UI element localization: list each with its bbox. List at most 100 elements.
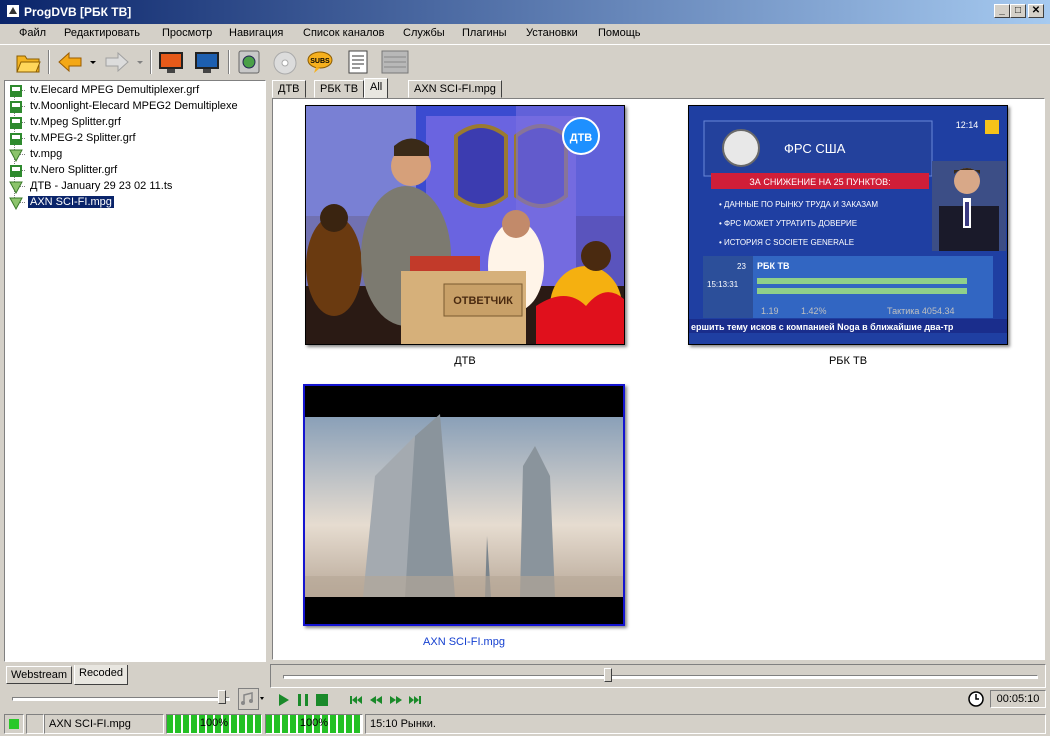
rbk-headline: ФРС США (784, 141, 846, 156)
thumbnail-grid: ОТВЕТЧИК ДТВ ДТВ ФРС США ЗА СНИЖЕНИЕ НА … (272, 98, 1045, 660)
rbk-osd-channel: РБК ТВ (757, 261, 790, 271)
app-icon (7, 5, 19, 17)
seek-track[interactable] (283, 675, 1038, 679)
open-folder-icon[interactable] (14, 48, 42, 76)
epg-window-icon[interactable] (380, 48, 410, 76)
media-file-icon (9, 149, 23, 162)
disc-icon[interactable] (271, 48, 299, 76)
video-frame (305, 386, 623, 624)
channel-thumbnail-rbk[interactable]: ФРС США ЗА СНИЖЕНИЕ НА 25 ПУНКТОВ: • ДАН… (688, 105, 1008, 345)
tab-all[interactable]: All (364, 78, 389, 99)
channel-tabs: ДТВ РБК ТВ All AXN SCI-FI.mpg (270, 78, 1046, 99)
tree-item-label: tv.mpg (30, 148, 63, 160)
video-frame: ОТВЕТЧИК ДТВ (306, 106, 624, 344)
tree-item-label: ДТВ - January 29 23 02 11.ts (30, 180, 173, 192)
tab-dtv[interactable]: ДТВ (272, 80, 306, 98)
tree-item[interactable]: tv.Elecard MPEG Demultiplexer.grf (10, 83, 201, 99)
skip-back-icon[interactable] (349, 693, 363, 707)
menu-view[interactable]: Просмотр (162, 27, 212, 39)
graph-file-icon (10, 133, 22, 145)
volume-handle[interactable] (218, 690, 226, 704)
pause-icon[interactable] (296, 693, 310, 707)
rewind-icon[interactable] (369, 693, 383, 707)
channel-thumbnail-dtv[interactable]: ОТВЕТЧИК ДТВ (305, 105, 625, 345)
tab-webstream[interactable]: Webstream (6, 666, 73, 684)
disk-search-icon[interactable] (236, 48, 264, 76)
monitor-blue-icon[interactable] (193, 48, 221, 76)
audio-track-icon[interactable] (238, 688, 266, 710)
signal-quality-text: 100% (299, 717, 329, 729)
chevron-down-icon[interactable] (134, 48, 146, 76)
back-arrow-icon[interactable] (56, 48, 84, 76)
svg-text:• ДАННЫЕ ПО РЫНКУ ТРУДА И ЗАКА: • ДАННЫЕ ПО РЫНКУ ТРУДА И ЗАКАЗАМ (719, 200, 878, 209)
signal-quality-bar: 100% (265, 714, 363, 734)
notes-icon[interactable] (344, 48, 372, 76)
menu-file[interactable]: Файл (19, 27, 46, 39)
graph-file-icon (10, 165, 22, 177)
forward-arrow-icon[interactable] (103, 48, 131, 76)
menu-help[interactable]: Помощь (598, 27, 641, 39)
tab-recoded[interactable]: Recoded (74, 665, 129, 685)
rbk-bullet: ФРС МОЖЕТ УТРАТИТЬ ДОВЕРИЕ (724, 219, 857, 228)
seek-handle[interactable] (603, 668, 612, 682)
graph-file-icon (10, 85, 22, 97)
podium-sign: ОТВЕТЧИК (453, 295, 513, 307)
minimize-button[interactable]: _ (994, 4, 1010, 18)
svg-text:• ИСТОРИЯ С SOCIETE GENERALE: • ИСТОРИЯ С SOCIETE GENERALE (719, 238, 854, 247)
svg-text:• ФРС МОЖЕТ УТРАТИТЬ ДОВЕРИЕ: • ФРС МОЖЕТ УТРАТИТЬ ДОВЕРИЕ (719, 219, 857, 228)
rbk-ticker: ершить тему исков с компанией Noga в бли… (691, 322, 954, 332)
close-button[interactable]: ✕ (1028, 4, 1044, 18)
rbk-index-right: Тактика 4054.34 (887, 306, 954, 316)
tree-item[interactable]: tv.Mpeg Splitter.grf (10, 115, 123, 131)
clock-icon[interactable] (967, 690, 985, 708)
menu-settings[interactable]: Установки (526, 27, 578, 39)
monitor-icon[interactable] (157, 48, 185, 76)
subtitles-icon[interactable]: SUBS (306, 48, 334, 76)
thumbnail-caption: AXN SCI-FI.mpg (423, 636, 505, 648)
volume-track[interactable] (12, 697, 230, 701)
tree-item-label: tv.Mpeg Splitter.grf (30, 116, 121, 128)
play-icon[interactable] (277, 693, 291, 707)
seek-bar[interactable] (270, 664, 1046, 688)
rbk-index-left: 1.19 (761, 306, 779, 316)
tab-axn-sci-fi[interactable]: AXN SCI-FI.mpg (408, 80, 502, 98)
tree-item[interactable]: tv.MPEG-2 Splitter.grf (10, 131, 138, 147)
toolbar-separator (48, 50, 50, 74)
tab-rbk-tv[interactable]: РБК ТВ (314, 80, 365, 98)
tree-item[interactable]: tv.Nero Splitter.grf (10, 163, 119, 179)
tree-item-label: tv.Elecard MPEG Demultiplexer.grf (30, 84, 200, 96)
status-epg: 15:10 Рынки. (365, 714, 1046, 734)
fast-forward-icon[interactable] (389, 693, 403, 707)
menu-channel-list[interactable]: Список каналов (303, 27, 385, 39)
media-file-icon (9, 181, 23, 194)
signal-led (9, 719, 19, 729)
chevron-down-icon[interactable] (87, 48, 99, 76)
media-file-icon (9, 197, 23, 210)
menu-navigation[interactable]: Навигация (229, 27, 283, 39)
graph-file-icon (10, 101, 22, 113)
channel-thumbnail-axn[interactable] (303, 384, 625, 626)
svg-text:SUBS: SUBS (310, 58, 330, 65)
stop-icon[interactable] (315, 693, 329, 707)
signal-level-bar: 100% (166, 714, 262, 734)
rbk-osd-number: 23 (737, 262, 746, 271)
tree-item-selected[interactable]: AXN SCI-FI.mpg (9, 195, 114, 211)
status-cell-empty (26, 714, 44, 734)
title-bar[interactable]: ProgDVB [РБК ТВ] _ □ ✕ (0, 0, 1050, 24)
menu-services[interactable]: Службы (403, 27, 445, 39)
tree-item[interactable]: tv.mpg (9, 147, 64, 163)
status-indicator (4, 714, 24, 734)
playback-time: 00:05:10 (990, 690, 1046, 708)
menu-plugins[interactable]: Плагины (462, 27, 507, 39)
channel-logo: ДТВ (570, 132, 593, 144)
tree-item[interactable]: ДТВ - January 29 23 02 11.ts (9, 179, 174, 195)
status-bar: AXN SCI-FI.mpg 100% 100% 15:10 Рынки. (0, 712, 1050, 736)
maximize-button[interactable]: □ (1010, 4, 1026, 18)
skip-forward-icon[interactable] (408, 693, 422, 707)
tree-item-label: tv.Nero Splitter.grf (30, 164, 118, 176)
tree-item[interactable]: tv.Moonlight-Elecard MPEG2 Demultiplexe (10, 99, 240, 115)
menu-edit[interactable]: Редактировать (64, 27, 140, 39)
channel-view-panel: ДТВ РБК ТВ All AXN SCI-FI.mpg ОТВЕТЧИК Д… (270, 78, 1046, 662)
tree-item-label: AXN SCI-FI.mpg (28, 196, 114, 208)
thumbnail-caption: РБК ТВ (828, 355, 868, 367)
